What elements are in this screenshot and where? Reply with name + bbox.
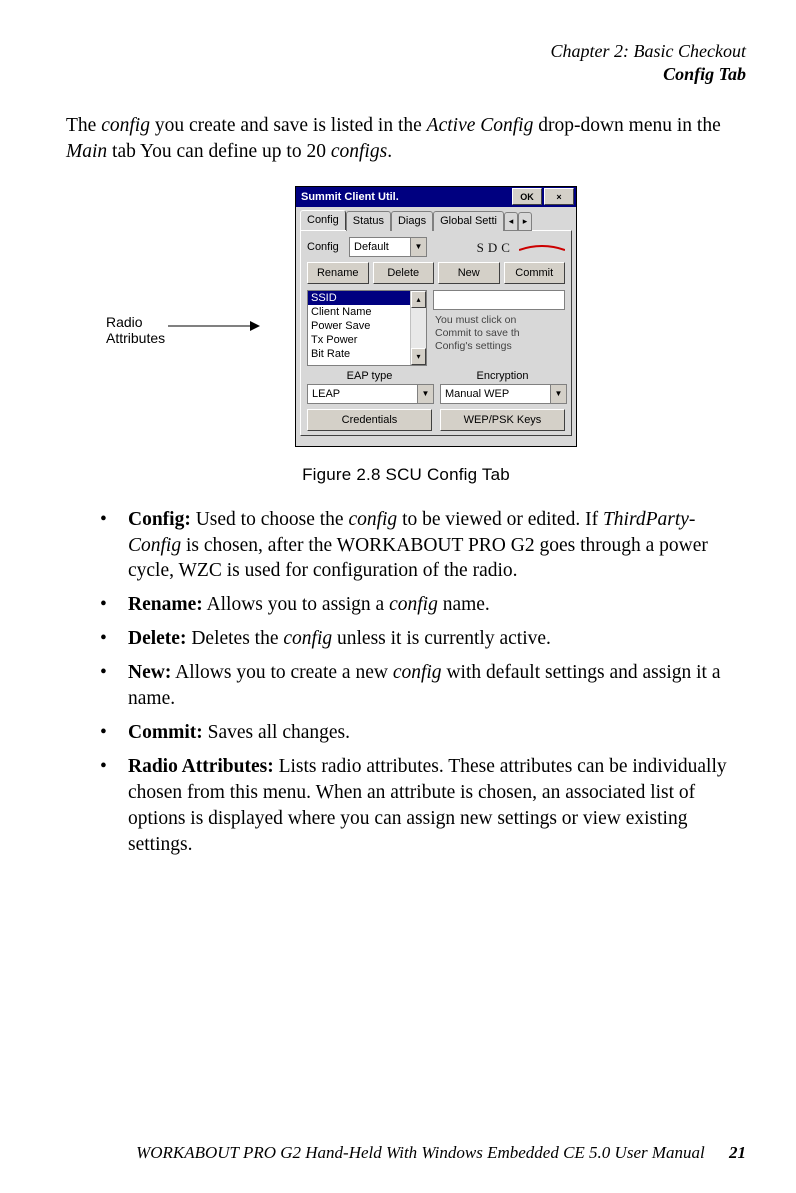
callout-line: Radio [106,314,165,330]
chapter-title: Chapter 2: Basic Checkout [66,40,746,63]
intro-italic: Main [66,141,107,162]
ok-button[interactable]: OK [512,188,542,205]
window-title: Summit Client Util. [298,191,510,203]
tab-scroll-right[interactable]: ▸ [518,212,532,231]
bullet-commit: Commit: Saves all changes. [100,720,740,746]
config-panel: Config Default ▼ SDC Rename Delete New C… [300,230,572,436]
intro-italic: config [101,115,150,136]
bullet-delete: Delete: Deletes the config unless it is … [100,626,740,652]
sdc-swoosh-icon [519,245,565,251]
intro-italic: Active Config [427,115,534,136]
encryption-value: Manual WEP [441,385,550,403]
list-scrollbar[interactable]: ▴ ▾ [410,291,426,365]
attribute-value-input[interactable] [433,290,565,310]
close-button[interactable]: × [544,188,574,205]
eap-label: EAP type [307,370,432,382]
list-item[interactable]: Tx Power [308,333,410,347]
page-number: 21 [729,1143,746,1162]
encryption-label: Encryption [440,370,565,382]
intro-text: drop-down menu in the [533,115,720,136]
list-item[interactable]: Power Save [308,319,410,333]
tab-diags[interactable]: Diags [391,211,433,231]
figure-wrapper: Radio Attributes Summit Client Util. OK … [66,186,746,447]
rename-button[interactable]: Rename [307,262,369,284]
intro-text: you create and save is listed in the [150,115,427,136]
title-bar: Summit Client Util. OK × [296,187,576,207]
scu-window: Summit Client Util. OK × Config Status D… [295,186,577,447]
description-list: Config: Used to choose the config to be … [66,507,746,866]
list-item[interactable]: Client Name [308,305,410,319]
credentials-button[interactable]: Credentials [307,409,432,431]
new-button[interactable]: New [438,262,500,284]
config-label: Config [307,241,345,253]
section-title: Config Tab [66,63,746,86]
intro-text: The [66,115,101,136]
bullet-radio-attributes: Radio Attributes: Lists radio attributes… [100,754,740,858]
bullet-new: New: Allows you to create a new config w… [100,660,740,712]
intro-text: tab You can define up to 20 [107,141,331,162]
config-value: Default [350,238,410,256]
callout-line: Attributes [106,330,165,346]
commit-hint: You must click on Commit to save th Conf… [433,313,565,353]
page-header: Chapter 2: Basic Checkout Config Tab [66,40,746,85]
tab-global[interactable]: Global Setti [433,211,504,231]
intro-text: . [387,141,392,162]
intro-paragraph: The config you create and save is listed… [66,113,746,166]
tab-scroll-left[interactable]: ◂ [504,212,518,231]
intro-italic: configs [331,141,387,162]
chevron-down-icon: ▼ [417,385,433,403]
wep-keys-button[interactable]: WEP/PSK Keys [440,409,565,431]
delete-button[interactable]: Delete [373,262,435,284]
tab-strip: Config Status Diags Global Setti ◂ ▸ [300,210,572,230]
callout-label: Radio Attributes [106,314,165,346]
footer-text: WORKABOUT PRO G2 Hand-Held With Windows … [136,1143,705,1162]
page-footer: WORKABOUT PRO G2 Hand-Held With Windows … [66,1133,746,1163]
chevron-down-icon: ▼ [550,385,566,403]
bullet-config: Config: Used to choose the config to be … [100,507,740,585]
eap-dropdown[interactable]: LEAP ▼ [307,384,434,404]
tab-status[interactable]: Status [346,211,391,231]
figure-caption: Figure 2.8 SCU Config Tab [66,465,746,485]
encryption-dropdown[interactable]: Manual WEP ▼ [440,384,567,404]
radio-attributes-list[interactable]: SSID Client Name Power Save Tx Power Bit… [307,290,427,366]
commit-button[interactable]: Commit [504,262,566,284]
sdc-logo: SDC [477,240,514,255]
scroll-up-icon[interactable]: ▴ [411,291,426,308]
chevron-down-icon: ▼ [410,238,426,256]
list-item[interactable]: Bit Rate [308,347,410,361]
tab-config[interactable]: Config [300,210,346,230]
config-dropdown[interactable]: Default ▼ [349,237,427,257]
bullet-rename: Rename: Allows you to assign a config na… [100,592,740,618]
eap-value: LEAP [308,385,417,403]
scroll-down-icon[interactable]: ▾ [411,348,426,365]
callout-arrow-icon [168,320,260,332]
list-item[interactable]: SSID [308,291,410,305]
